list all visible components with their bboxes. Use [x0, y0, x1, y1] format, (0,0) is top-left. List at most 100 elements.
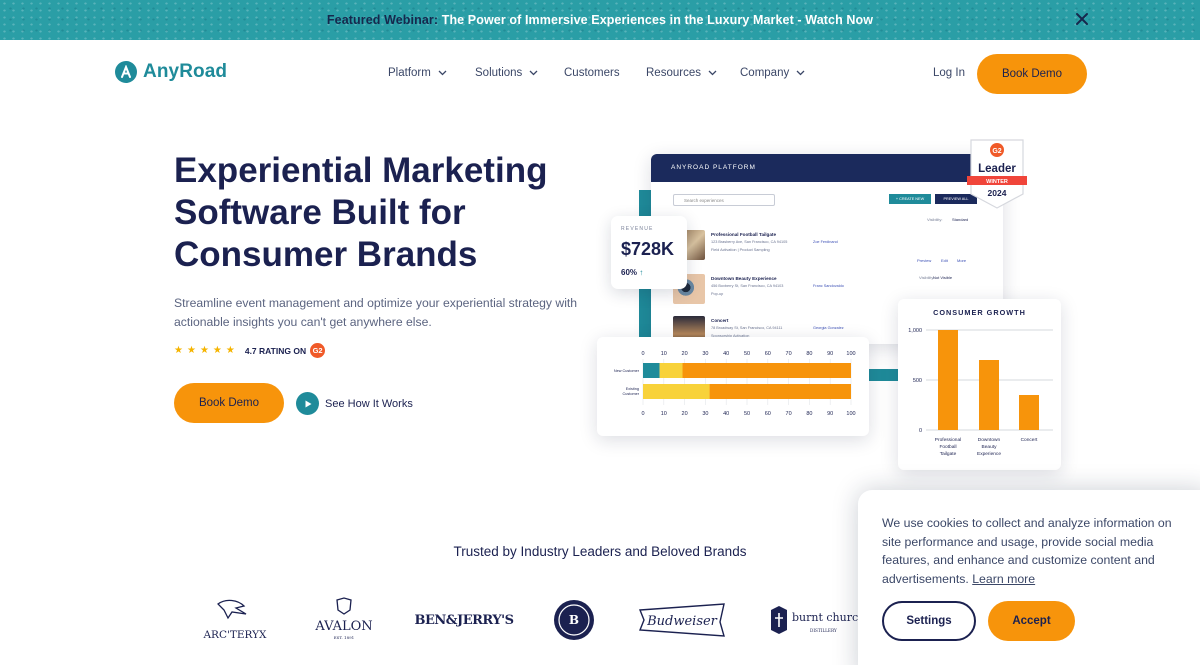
category-label: Tailgate [940, 451, 957, 457]
svg-text:EST. 1891: EST. 1891 [334, 635, 354, 640]
hero-book-demo-button[interactable]: Book Demo [174, 383, 284, 423]
platform-search-input: Search experiences [673, 194, 775, 206]
g2-leader-badge: G2 Leader WINTER 2024 [967, 139, 1027, 209]
announcement-banner[interactable]: Featured Webinar: The Power of Immersive… [0, 0, 1200, 40]
badge-season: WINTER [986, 179, 1008, 185]
x-tick-label-bottom: 70 [786, 411, 792, 417]
nav-resources[interactable]: Resources [646, 67, 717, 79]
nav-customers-label: Customers [564, 67, 620, 79]
star-icon: ★ [212, 345, 222, 356]
anyroad-logo-icon [115, 61, 137, 83]
event-title: Concert [711, 318, 729, 323]
arcteryx-logo-icon: ARC'TERYX [202, 599, 267, 641]
rating-text: 4.7 RATING ON [244, 345, 307, 356]
revenue-label: REVENUE [621, 226, 654, 232]
login-link[interactable]: Log In [933, 67, 965, 79]
bar-segment [709, 384, 851, 399]
x-tick-label-bottom: 80 [806, 411, 812, 417]
see-how-it-works-link[interactable]: See How It Works [296, 392, 413, 415]
x-tick-label-top: 100 [846, 351, 855, 357]
nav-platform-label: Platform [388, 67, 431, 79]
banner-link[interactable]: The Power of Immersive Experiences in th… [438, 13, 873, 27]
revenue-value: $728K [621, 239, 675, 259]
category-label: Concert [1021, 437, 1038, 443]
nav-solutions-label: Solutions [475, 67, 523, 79]
g2-icon: G2 [310, 343, 326, 358]
budweiser-wordmark: Budweiser [646, 614, 718, 629]
close-icon[interactable] [1073, 10, 1091, 28]
nav-customers[interactable]: Customers [564, 67, 620, 79]
x-tick-label-bottom: 40 [723, 411, 729, 417]
brand-logo-avalon: AVALON EST. 1891 [308, 596, 380, 644]
x-tick-label-top: 50 [744, 351, 750, 357]
brand-logo-burnt-church: burnt church DISTILLERY [770, 596, 860, 644]
x-tick-label-bottom: 50 [744, 411, 750, 417]
svg-text:DISTILLERY: DISTILLERY [810, 628, 837, 633]
event-row: Professional Football Tailgate 123 Brasb… [673, 230, 873, 266]
banner-text[interactable]: Featured Webinar: The Power of Immersive… [327, 13, 873, 27]
see-how-label: See How It Works [325, 397, 413, 410]
x-tick-label-bottom: 100 [846, 411, 855, 417]
burnt-church-wordmark: burnt church [792, 611, 860, 624]
x-tick-label-bottom: 60 [765, 411, 771, 417]
avalon-wordmark: AVALON [314, 619, 372, 634]
event-title: Professional Football Tailgate [711, 232, 777, 237]
banner-prefix: Featured Webinar: [326, 13, 439, 27]
nav-company-label: Company [740, 67, 790, 79]
chevron-down-icon [708, 70, 717, 76]
book-demo-button[interactable]: Book Demo [977, 54, 1087, 94]
y-tick-label: 500 [913, 378, 922, 384]
x-tick-label-bottom: 10 [661, 411, 667, 417]
star-icon: ★ [174, 345, 183, 356]
x-tick-label-top: 20 [682, 351, 688, 357]
cookie-settings-button[interactable]: Settings [882, 601, 976, 641]
logo[interactable]: AnyRoad [115, 61, 227, 83]
cookie-text: We use cookies to collect and analyze in… [882, 514, 1182, 588]
brooklyn-brewery-logo-icon: B [554, 600, 594, 640]
bar [1019, 395, 1039, 430]
x-tick-label-top: 10 [661, 351, 667, 357]
customer-bar-chart-card: 0 0 10 10 20 20 30 30 40 40 50 50 60 60 70 70 80 80 90 90 10… [597, 337, 869, 436]
learn-more-link[interactable]: Learn more [972, 572, 1035, 586]
revenue-change-value: 60% [621, 268, 638, 277]
bar-segment [659, 363, 683, 378]
brand-logo-arcteryx: ARC'TERYX [200, 596, 270, 644]
event-owner: Franc Sandovaldo [813, 284, 844, 288]
star-icon: ★ [186, 345, 196, 356]
bar-segment [682, 363, 851, 378]
event-tag: Pop-up [711, 292, 724, 296]
x-tick-label-top: 0 [641, 351, 644, 357]
category-label: Beauty [982, 444, 998, 450]
platform-title: ANYROAD PLATFORM [651, 154, 1003, 182]
event-title: Downtown Beauty Experience [711, 276, 777, 281]
visibility-label: Visibility: [927, 217, 943, 222]
x-tick-label-top: 60 [765, 351, 771, 357]
play-icon [296, 392, 319, 415]
nav-platform[interactable]: Platform [388, 67, 447, 79]
create-new-button: + CREATE NEW [889, 194, 931, 204]
event-tag: Field Activation | Product Sampling [711, 248, 770, 252]
brand-logo-ben-jerrys: BEN&JERRY'S [415, 596, 514, 644]
nav-resources-label: Resources [646, 67, 701, 79]
more-action: More [957, 258, 967, 263]
category-label: Customer [623, 392, 640, 396]
bar-segment [643, 363, 660, 378]
x-tick-label-bottom: 30 [702, 411, 708, 417]
visibility-value: Not Visible [933, 275, 953, 280]
event-row: Downtown Beauty Experience 456 Boxberry … [673, 274, 873, 310]
x-tick-label-top: 90 [827, 351, 833, 357]
revenue-change: 60% ↑ [621, 268, 643, 277]
y-tick-label: 1,000 [908, 328, 922, 334]
preview-action: Preview [917, 258, 932, 263]
nav-company[interactable]: Company [740, 67, 805, 79]
y-tick-label: 0 [919, 428, 922, 434]
budweiser-logo-icon: Budweiser [638, 603, 725, 637]
nav-solutions[interactable]: Solutions [475, 67, 538, 79]
badge-year: 2024 [988, 188, 1007, 198]
bar [938, 330, 958, 430]
arrow-up-icon: ↑ [639, 268, 644, 277]
logo-text: AnyRoad [143, 61, 228, 82]
event-owner: Zoe Ferdinand [813, 240, 838, 244]
x-tick-label-top: 80 [806, 351, 812, 357]
cookie-accept-button[interactable]: Accept [988, 601, 1075, 641]
